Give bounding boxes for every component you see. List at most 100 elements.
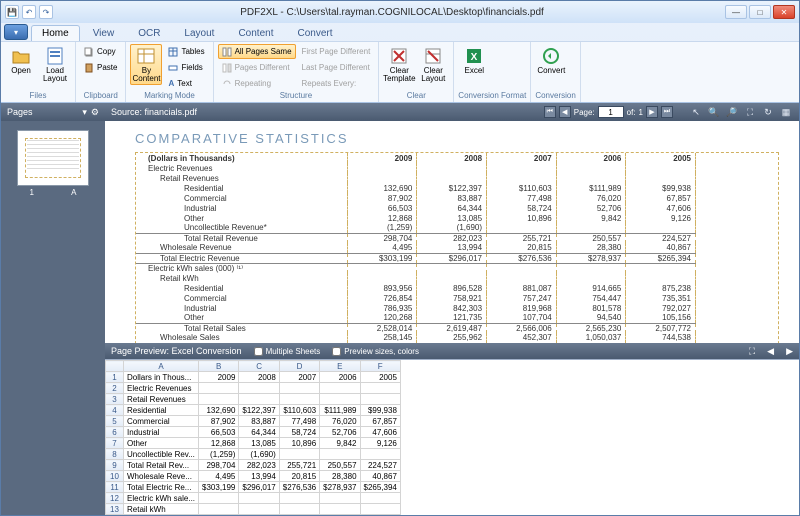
cell[interactable]: 896,528 — [239, 515, 279, 516]
cell[interactable] — [279, 504, 319, 515]
cell[interactable]: Dollars in Thous... — [124, 372, 199, 383]
row-header[interactable]: 2 — [106, 383, 124, 394]
col-header[interactable]: B — [199, 361, 239, 372]
cell[interactable]: Electric Revenues — [124, 383, 199, 394]
repeats-every-button[interactable]: Repeats Every: — [298, 76, 375, 91]
cell[interactable] — [239, 383, 279, 394]
cell[interactable]: Residential — [124, 405, 199, 416]
row-header[interactable]: 13 — [106, 504, 124, 515]
row-header[interactable]: 4 — [106, 405, 124, 416]
cell[interactable]: 875,238 — [360, 515, 400, 516]
text-button[interactable]: AText — [164, 76, 208, 91]
cell[interactable]: $111,989 — [320, 405, 360, 416]
cell[interactable]: 13,994 — [239, 471, 279, 482]
row-header[interactable]: 7 — [106, 438, 124, 449]
minimize-button[interactable]: — — [725, 5, 747, 19]
cell[interactable]: 77,498 — [279, 416, 319, 427]
cell[interactable]: 66,503 — [199, 427, 239, 438]
cell[interactable]: 76,020 — [320, 416, 360, 427]
cell[interactable] — [199, 383, 239, 394]
first-page-button[interactable]: ⏮ — [544, 106, 556, 118]
cell[interactable]: 9,842 — [320, 438, 360, 449]
excel-preview[interactable]: ABCDEF1Dollars in Thous...20092008200720… — [105, 359, 799, 515]
cell[interactable]: 9,126 — [360, 438, 400, 449]
cell[interactable] — [360, 449, 400, 460]
col-header[interactable]: F — [360, 361, 400, 372]
cell[interactable]: 250,557 — [320, 460, 360, 471]
cell[interactable]: $296,017 — [239, 482, 279, 493]
first-page-different-button[interactable]: First Page Different — [298, 44, 375, 59]
cell[interactable]: 2007 — [279, 372, 319, 383]
cell[interactable]: 881,087 — [279, 515, 319, 516]
tab-layout[interactable]: Layout — [173, 25, 225, 41]
cell[interactable]: Residential — [124, 515, 199, 516]
cell[interactable]: $276,536 — [279, 482, 319, 493]
cell[interactable]: Wholesale Reve... — [124, 471, 199, 482]
copy-button[interactable]: Copy — [80, 44, 121, 59]
tab-ocr[interactable]: OCR — [127, 25, 171, 41]
convert-button[interactable]: Convert — [535, 44, 567, 77]
row-header[interactable]: 5 — [106, 416, 124, 427]
zoom-out-icon[interactable]: 🔍 — [707, 105, 721, 119]
row-header[interactable]: 3 — [106, 394, 124, 405]
cell[interactable] — [360, 383, 400, 394]
cell[interactable]: (1,259) — [199, 449, 239, 460]
cell[interactable]: Retail Revenues — [124, 394, 199, 405]
cell[interactable]: 282,023 — [239, 460, 279, 471]
cell[interactable]: 47,606 — [360, 427, 400, 438]
fit-width-icon[interactable]: ⛶ — [743, 105, 757, 119]
cell[interactable] — [360, 493, 400, 504]
page-thumbnail-1[interactable] — [18, 131, 88, 185]
col-header[interactable]: D — [279, 361, 319, 372]
cell[interactable]: $265,394 — [360, 482, 400, 493]
cell[interactable] — [199, 493, 239, 504]
cell[interactable] — [239, 493, 279, 504]
load-layout-button[interactable]: Load Layout — [39, 44, 71, 85]
cell[interactable]: Electric kWh sale... — [124, 493, 199, 504]
close-button[interactable]: ✕ — [773, 5, 795, 19]
page-input[interactable] — [598, 106, 624, 118]
cell[interactable]: $110,603 — [279, 405, 319, 416]
qat-redo-icon[interactable]: ↷ — [39, 5, 53, 19]
cell[interactable]: 13,085 — [239, 438, 279, 449]
preview-next-icon[interactable]: ▶ — [786, 346, 793, 357]
tab-view[interactable]: View — [82, 25, 126, 41]
cell[interactable]: Other — [124, 438, 199, 449]
row-header[interactable]: 11 — [106, 482, 124, 493]
cell[interactable]: (1,690) — [239, 449, 279, 460]
next-page-button[interactable]: ▶ — [646, 106, 658, 118]
cell[interactable]: Retail kWh — [124, 504, 199, 515]
cell[interactable]: Industrial — [124, 427, 199, 438]
cell[interactable] — [239, 394, 279, 405]
cell[interactable]: 28,380 — [320, 471, 360, 482]
cell[interactable] — [320, 493, 360, 504]
qat-save-icon[interactable]: 💾 — [5, 5, 19, 19]
last-page-different-button[interactable]: Last Page Different — [298, 60, 375, 75]
document-view[interactable]: COMPARATIVE STATISTICS (Dollars in Thous… — [105, 121, 799, 343]
cell[interactable]: 2009 — [199, 372, 239, 383]
fields-button[interactable]: Fields — [164, 60, 208, 75]
file-menu-button[interactable]: ▾ — [4, 24, 28, 40]
cell[interactable] — [279, 394, 319, 405]
cell[interactable]: Commercial — [124, 416, 199, 427]
cell[interactable]: 132,690 — [199, 405, 239, 416]
cell[interactable]: 40,867 — [360, 471, 400, 482]
pointer-tool-icon[interactable]: ↖ — [689, 105, 703, 119]
preview-expand-icon[interactable]: ⛶ — [749, 346, 755, 357]
last-page-button[interactable]: ⏭ — [661, 106, 673, 118]
all-pages-same-button[interactable]: All Pages Same — [218, 44, 296, 59]
row-header[interactable]: 6 — [106, 427, 124, 438]
row-header[interactable]: 12 — [106, 493, 124, 504]
tables-button[interactable]: Tables — [164, 44, 208, 59]
by-content-button[interactable]: By Content — [130, 44, 162, 85]
options-icon[interactable]: ⚙ — [91, 107, 99, 118]
paste-button[interactable]: Paste — [80, 60, 121, 75]
repeating-button[interactable]: Repeating — [218, 76, 296, 91]
cell[interactable]: 67,857 — [360, 416, 400, 427]
cell[interactable] — [320, 383, 360, 394]
cell[interactable]: Uncollectible Rev... — [124, 449, 199, 460]
tab-content[interactable]: Content — [227, 25, 284, 41]
cell[interactable]: Total Electric Re... — [124, 482, 199, 493]
cell[interactable] — [279, 383, 319, 394]
row-header[interactable]: 1 — [106, 372, 124, 383]
